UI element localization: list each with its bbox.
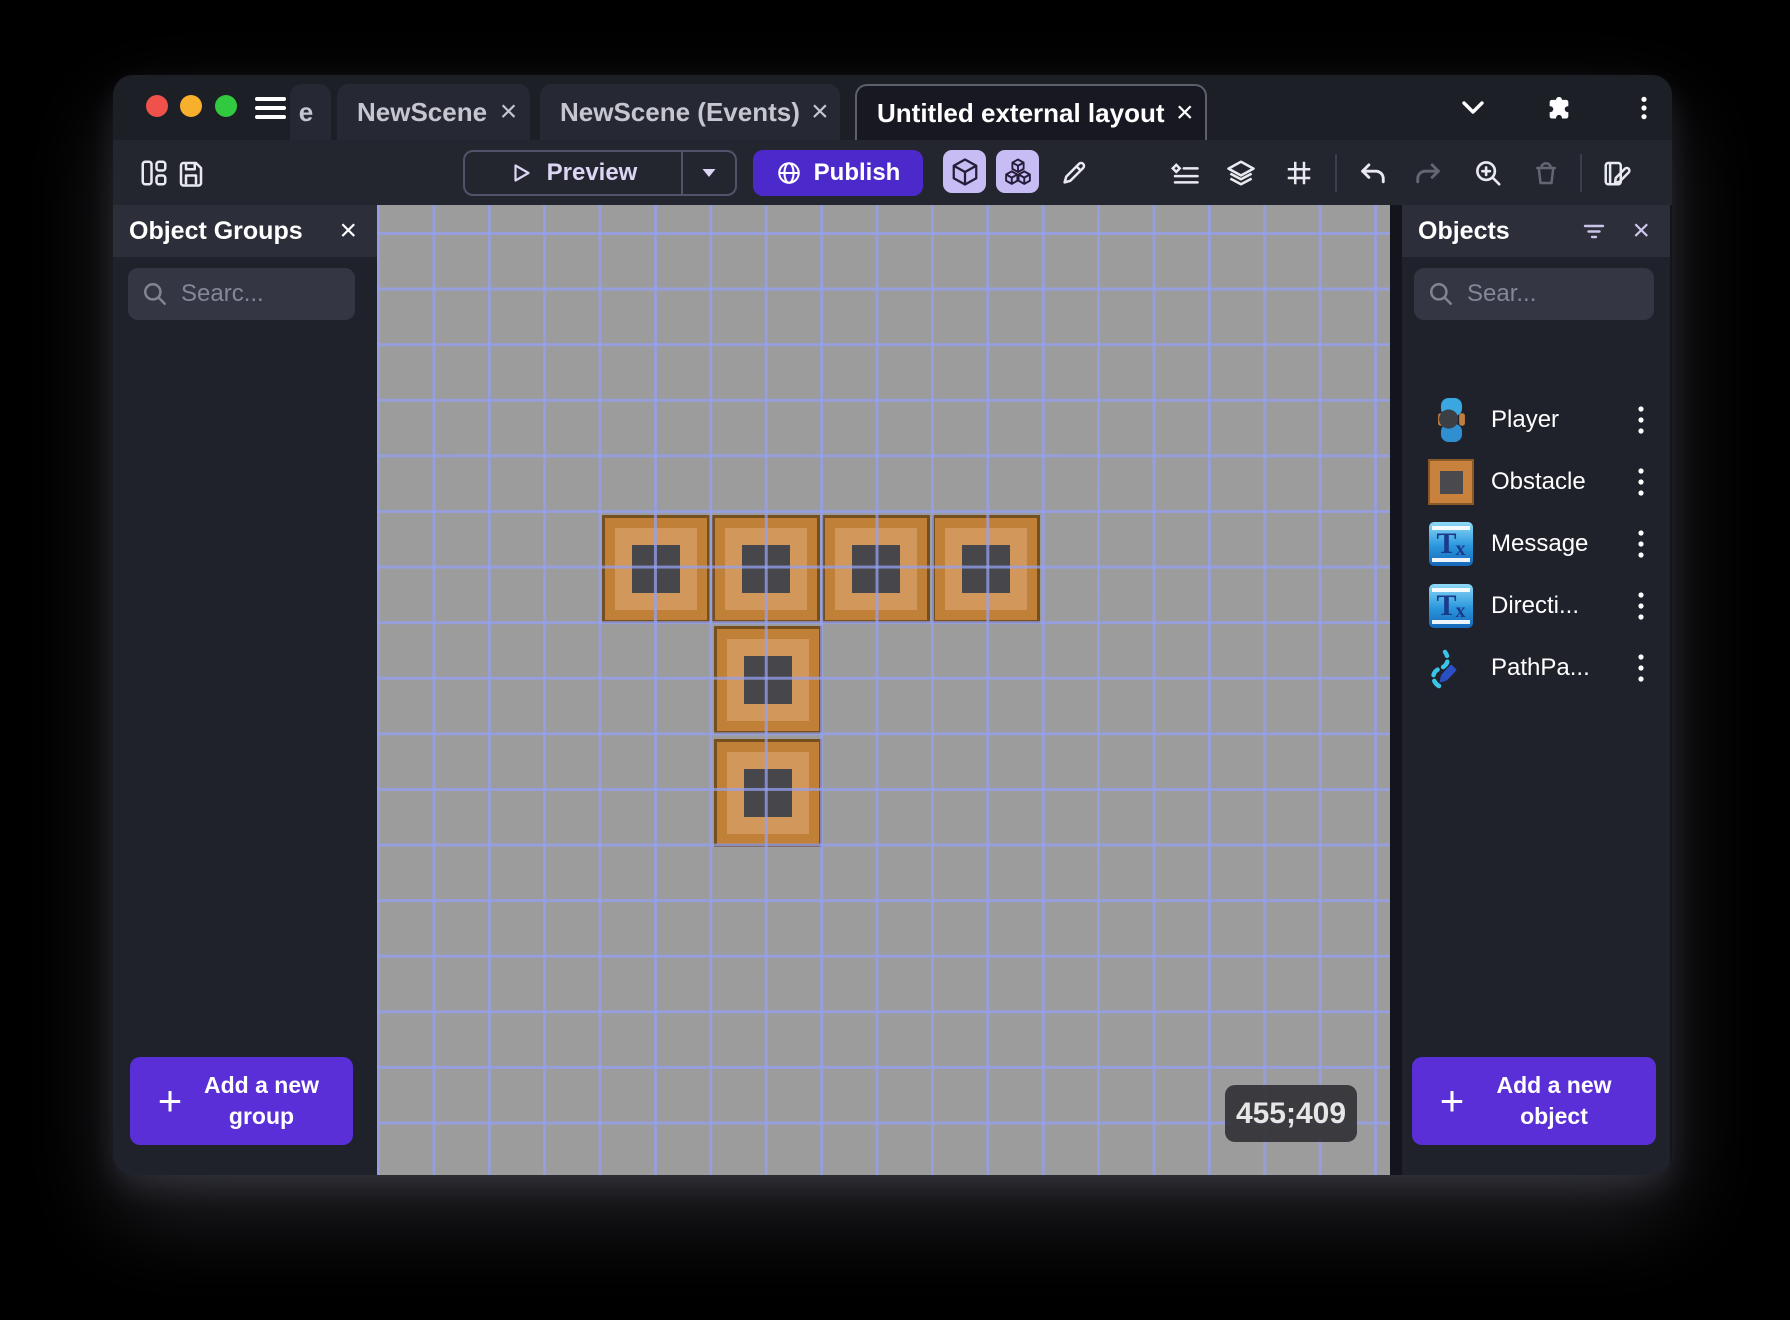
search-icon xyxy=(144,283,166,305)
divider xyxy=(1580,154,1582,192)
grid-icon[interactable] xyxy=(1284,158,1314,188)
object-groups-search[interactable] xyxy=(128,268,355,320)
divider xyxy=(1335,154,1337,192)
object-row-directions[interactable]: Tx Directi... xyxy=(1402,575,1670,637)
save-icon[interactable] xyxy=(176,158,206,188)
tab-close-icon[interactable]: × xyxy=(800,95,840,129)
caret-down-icon xyxy=(702,169,716,177)
tab-partial[interactable]: e xyxy=(290,84,331,140)
object-name: Message xyxy=(1491,530,1589,557)
text-object-icon: Tx xyxy=(1427,582,1475,630)
tab-label: NewScene (Events) xyxy=(560,96,800,127)
desktop-background: e NewScene × NewScene (Events) × Untitle… xyxy=(0,0,1790,1320)
close-icon[interactable]: × xyxy=(335,214,361,248)
tab-close-icon[interactable]: × xyxy=(1165,96,1206,130)
add-group-label: Add a new group xyxy=(203,1072,319,1129)
object-name: PathPa... xyxy=(1491,654,1590,681)
gdevelop-window: e NewScene × NewScene (Events) × Untitle… xyxy=(113,75,1672,1175)
add-group-button[interactable]: + Add a new group xyxy=(130,1057,353,1145)
object-kebab-menu-icon[interactable] xyxy=(1630,466,1652,498)
object-name: Directi... xyxy=(1491,592,1580,619)
tab-label: Untitled external layout xyxy=(877,97,1165,128)
preview-button[interactable]: Preview xyxy=(463,150,737,196)
plus-icon: + xyxy=(157,1077,183,1124)
obstacle-instance[interactable] xyxy=(714,626,822,734)
close-icon[interactable]: × xyxy=(1628,214,1654,248)
tab-newscene-events[interactable]: NewScene (Events) × xyxy=(540,84,840,140)
editor-content: Object Groups × + Add a newgroup 455;409 xyxy=(113,205,1672,1175)
object-name: Obstacle xyxy=(1491,468,1586,495)
edit-scene-icon[interactable] xyxy=(1601,158,1633,188)
player-sprite-icon xyxy=(1427,396,1475,444)
cursor-coordinates-badge: 455;409 xyxy=(1225,1085,1357,1142)
tab-label: NewScene xyxy=(357,96,488,127)
tab-untitled-external-layout[interactable]: Untitled external layout × xyxy=(855,84,1207,140)
traffic-minimize-button[interactable] xyxy=(180,95,202,117)
obstacle-instance[interactable] xyxy=(714,739,822,847)
object-kebab-menu-icon[interactable] xyxy=(1630,404,1652,436)
edit-mode-pencil-icon[interactable] xyxy=(1059,158,1089,188)
globe-icon xyxy=(777,162,800,184)
obstacle-instance[interactable] xyxy=(602,515,710,623)
object-row-message[interactable]: Tx Message xyxy=(1402,513,1670,575)
extensions-puzzle-icon[interactable] xyxy=(1545,75,1573,140)
object-row-pathpaint[interactable]: PathPa... xyxy=(1402,637,1670,699)
text-object-icon: Tx xyxy=(1427,520,1475,568)
obstacle-instance[interactable] xyxy=(712,515,820,623)
traffic-zoom-button[interactable] xyxy=(215,95,237,117)
object-groups-title: Object Groups xyxy=(129,216,303,245)
play-icon xyxy=(514,164,530,182)
object-groups-panel: Object Groups × + Add a newgroup xyxy=(113,205,377,1175)
objects-search[interactable] xyxy=(1414,268,1654,320)
tab-newscene[interactable]: NewScene × xyxy=(337,84,530,140)
undo-icon[interactable] xyxy=(1357,158,1387,188)
edit-3d-view-icon[interactable] xyxy=(943,150,986,193)
redo-icon[interactable] xyxy=(1414,158,1444,188)
filter-icon[interactable] xyxy=(1580,219,1608,243)
object-name: Player xyxy=(1491,406,1560,433)
publish-label: Publish xyxy=(813,159,901,186)
scene-canvas[interactable]: 455;409 xyxy=(377,205,1390,1175)
obstacle-instance[interactable] xyxy=(932,515,1040,623)
objects-title: Objects xyxy=(1418,216,1510,245)
tab-partial-label: e xyxy=(298,96,314,127)
object-groups-header: Object Groups × xyxy=(113,205,377,257)
tab-bar: e NewScene × NewScene (Events) × Untitle… xyxy=(113,75,1672,140)
object-kebab-menu-icon[interactable] xyxy=(1630,590,1652,622)
zoom-in-icon[interactable] xyxy=(1473,158,1503,188)
objects-header: Objects × xyxy=(1402,205,1670,257)
objects-panel: Objects × Sear... Player Obstacle T x Me… xyxy=(1402,205,1670,1175)
objects-list: Player Obstacle T x Message T x Directi.… xyxy=(1402,389,1670,699)
add-object-button[interactable]: + Add a new object xyxy=(1412,1057,1656,1145)
layers-icon[interactable] xyxy=(1226,158,1256,188)
main-menu-icon[interactable] xyxy=(255,97,286,124)
obstacle-instance[interactable] xyxy=(822,515,930,623)
edit-objects-icon[interactable] xyxy=(996,150,1039,193)
instances-list-icon[interactable] xyxy=(1170,158,1200,188)
objects-search-input[interactable] xyxy=(1467,280,1640,308)
object-row-obstacle[interactable]: Obstacle xyxy=(1402,451,1670,513)
object-kebab-menu-icon[interactable] xyxy=(1630,652,1652,684)
plus-icon: + xyxy=(1439,1077,1465,1124)
chevron-down-icon[interactable] xyxy=(1458,75,1488,140)
publish-button[interactable]: Publish xyxy=(753,150,923,196)
object-kebab-menu-icon[interactable] xyxy=(1630,528,1652,560)
toolbar: Preview Publish xyxy=(113,140,1672,205)
object-row-player[interactable]: Player xyxy=(1402,389,1670,451)
trash-icon[interactable] xyxy=(1531,158,1561,188)
object-groups-search-input[interactable] xyxy=(181,280,341,308)
path-paint-icon xyxy=(1427,644,1475,692)
obstacle-tile-icon xyxy=(1427,458,1475,506)
tab-close-icon[interactable]: × xyxy=(487,95,530,129)
open-project-manager-icon[interactable] xyxy=(139,158,169,188)
preview-dropdown-button[interactable] xyxy=(683,152,735,194)
window-kebab-menu-icon[interactable] xyxy=(1631,75,1657,140)
preview-label: Preview xyxy=(546,159,638,186)
search-icon xyxy=(1430,283,1452,305)
preview-button-main[interactable]: Preview xyxy=(465,152,681,194)
traffic-close-button[interactable] xyxy=(146,95,168,117)
add-object-label: Add a new object xyxy=(1496,1072,1612,1129)
